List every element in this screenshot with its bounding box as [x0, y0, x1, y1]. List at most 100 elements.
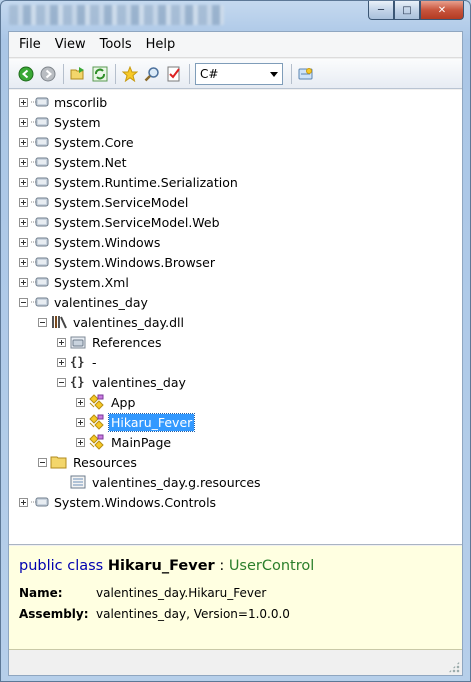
assembly-icon — [31, 194, 49, 210]
forward-icon[interactable] — [39, 65, 57, 83]
tree-node-label[interactable]: valentines_day.dll — [71, 314, 186, 331]
tree-node-label[interactable]: System.Core — [52, 134, 136, 151]
tree-node[interactable]: System.Core — [9, 132, 462, 152]
tree-node-label[interactable]: References — [90, 334, 163, 351]
assembly-icon — [31, 134, 49, 150]
tree-node-label[interactable]: System.Xml — [52, 274, 131, 291]
assembly-value: valentines_day, Version=1.0.0.0 — [96, 607, 290, 621]
tree-node[interactable]: System.Windows.Controls — [9, 492, 462, 512]
expand-icon[interactable] — [19, 157, 28, 167]
web-search-icon[interactable] — [297, 65, 315, 83]
refresh-icon[interactable] — [91, 65, 109, 83]
menu-help[interactable]: Help — [146, 37, 176, 52]
maximize-button[interactable]: □ — [394, 1, 420, 20]
namespace-icon: {} — [69, 374, 87, 390]
collapse-icon[interactable] — [19, 297, 28, 307]
declaration-base-type[interactable]: UserControl — [229, 558, 314, 574]
chevron-down-icon — [270, 71, 278, 77]
tree-node-label[interactable]: Resources — [71, 454, 139, 471]
tree-node-label[interactable]: mscorlib — [52, 94, 109, 111]
tree-node-label[interactable]: valentines_day.g.resources — [90, 474, 263, 491]
favorite-star-icon[interactable] — [121, 65, 139, 83]
tree-node[interactable]: System — [9, 112, 462, 132]
tree-node-label[interactable]: MainPage — [109, 434, 173, 451]
tree-node-label[interactable]: System.Windows.Controls — [52, 494, 218, 511]
tree-node-label[interactable]: App — [109, 394, 137, 411]
expand-icon[interactable] — [19, 497, 28, 507]
tree-node-label[interactable]: System.Windows — [52, 234, 162, 251]
tree-node[interactable]: MainPage — [9, 432, 462, 452]
back-icon[interactable] — [17, 65, 35, 83]
tree-node-label[interactable]: - — [90, 354, 99, 371]
assembly-icon — [31, 174, 49, 190]
class-icon — [88, 414, 106, 430]
expand-icon[interactable] — [57, 357, 66, 367]
tree-node[interactable]: System.Xml — [9, 272, 462, 292]
minimize-button[interactable]: ─ — [368, 1, 394, 20]
namespace-icon: {} — [69, 354, 87, 370]
assembly-row: Assembly: valentines_day, Version=1.0.0.… — [19, 607, 452, 621]
expand-icon[interactable] — [19, 257, 28, 267]
tree-node-label[interactable]: System.ServiceModel — [52, 194, 190, 211]
close-icon: ✕ — [437, 4, 447, 16]
type-declaration: public class Hikaru_Fever : UserControl — [19, 558, 452, 574]
tree-node-label[interactable]: Hikaru_Fever — [107, 412, 196, 432]
expand-icon[interactable] — [76, 397, 85, 407]
expand-icon[interactable] — [19, 277, 28, 287]
expand-icon[interactable] — [19, 237, 28, 247]
tree-node[interactable]: Resources — [9, 452, 462, 472]
collapse-icon[interactable] — [57, 377, 66, 387]
tree-node[interactable]: valentines_day — [9, 292, 462, 312]
menu-file[interactable]: File — [19, 37, 41, 52]
tree-node[interactable]: System.Net — [9, 152, 462, 172]
tree-node[interactable]: System.Windows.Browser — [9, 252, 462, 272]
collapse-icon[interactable] — [38, 317, 47, 327]
toolbar-separator — [115, 63, 116, 84]
tree-node[interactable]: {} valentines_day — [9, 372, 462, 392]
tree-node[interactable]: {} - — [9, 352, 462, 372]
collapse-icon[interactable] — [38, 457, 47, 467]
expand-icon[interactable] — [19, 177, 28, 187]
expand-icon[interactable] — [19, 217, 28, 227]
close-button[interactable]: ✕ — [420, 1, 464, 20]
folder-icon — [50, 454, 68, 470]
tree-node[interactable]: References — [9, 332, 462, 352]
tree-node[interactable]: Hikaru_Fever — [9, 412, 462, 432]
expand-icon[interactable] — [19, 117, 28, 127]
tree-node-label[interactable]: System — [52, 114, 103, 131]
menu-view[interactable]: View — [55, 37, 86, 52]
expand-icon[interactable] — [76, 417, 85, 427]
tree-node-label[interactable]: System.Windows.Browser — [52, 254, 217, 271]
expand-icon[interactable] — [19, 97, 28, 107]
tree-node[interactable]: System.ServiceModel.Web — [9, 212, 462, 232]
search-icon[interactable] — [143, 65, 161, 83]
name-label: Name: — [19, 586, 63, 600]
details-pane: public class Hikaru_Fever : UserControl … — [9, 546, 462, 650]
tree-node[interactable]: System.Windows — [9, 232, 462, 252]
assembly-label: Assembly: — [19, 607, 89, 621]
tree-node-label[interactable]: System.ServiceModel.Web — [52, 214, 222, 231]
tree-node[interactable]: valentines_day.g.resources — [9, 472, 462, 492]
title-bar[interactable]: ─ □ ✕ — [1, 1, 470, 31]
menu-tools[interactable]: Tools — [100, 37, 132, 52]
expand-icon[interactable] — [19, 137, 28, 147]
expand-icon[interactable] — [76, 437, 85, 447]
tree-node[interactable]: App — [9, 392, 462, 412]
checklist-icon[interactable] — [165, 65, 183, 83]
tree-node-label[interactable]: valentines_day — [90, 374, 188, 391]
tree-node-label[interactable]: System.Net — [52, 154, 129, 171]
resize-grip[interactable] — [448, 661, 460, 673]
tree-node-label[interactable]: valentines_day — [52, 294, 150, 311]
tree-node[interactable]: System.ServiceModel — [9, 192, 462, 212]
expand-icon[interactable] — [19, 197, 28, 207]
declaration-keyword[interactable]: public class — [19, 558, 103, 574]
tree-node[interactable]: System.Runtime.Serialization — [9, 172, 462, 192]
open-icon[interactable] — [69, 65, 87, 83]
tree-node[interactable]: mscorlib — [9, 92, 462, 112]
class-icon — [88, 434, 106, 450]
expand-icon[interactable] — [57, 337, 66, 347]
tree-node[interactable]: valentines_day.dll — [9, 312, 462, 332]
assembly-tree[interactable]: mscorlib System System.Core System.Net Syste… — [9, 90, 462, 545]
language-select[interactable]: C# — [195, 62, 283, 85]
tree-node-label[interactable]: System.Runtime.Serialization — [52, 174, 240, 191]
